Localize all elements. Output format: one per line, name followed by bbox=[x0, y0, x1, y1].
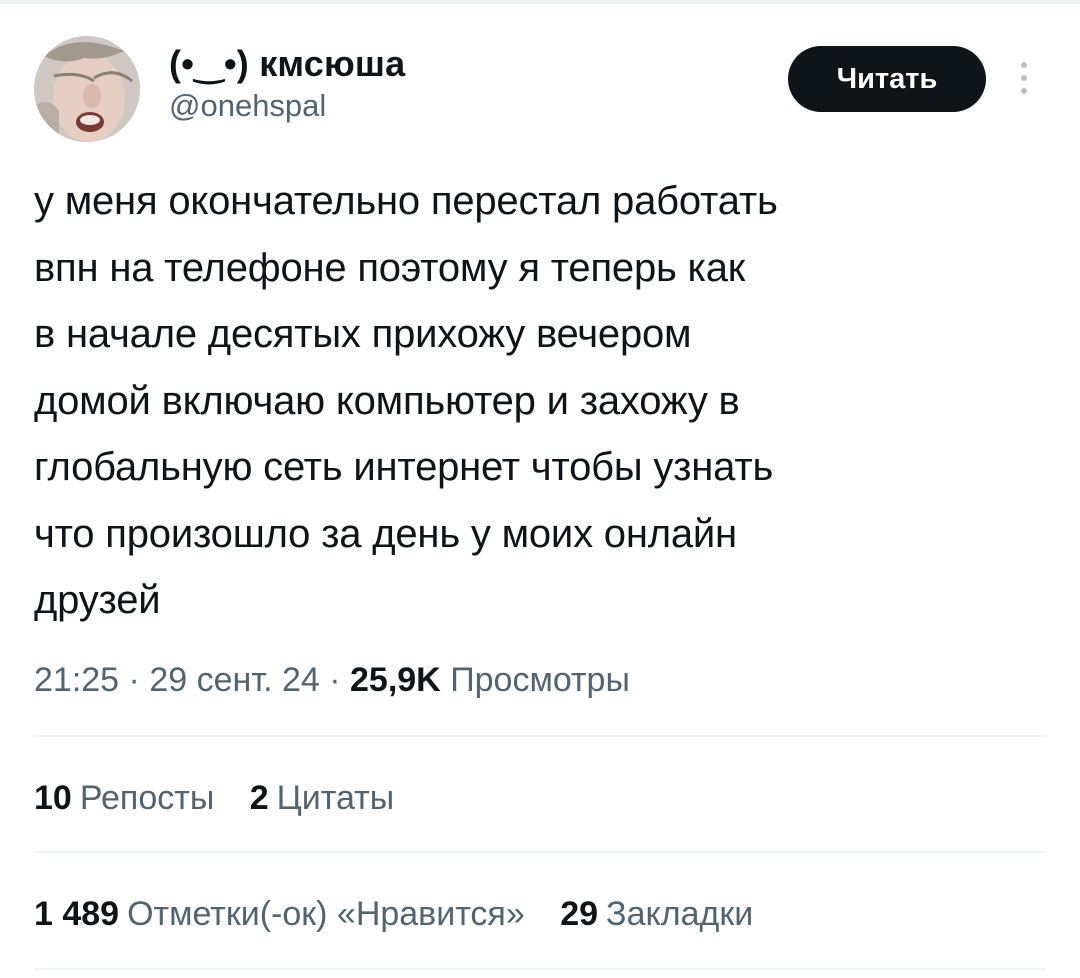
avatar-photo bbox=[34, 36, 140, 142]
stats-row-reposts-quotes: 10 Репосты 2 Цитаты bbox=[34, 776, 420, 820]
quotes-count: 2 bbox=[249, 779, 269, 817]
tweet-date[interactable]: 29 сент. 24 bbox=[149, 661, 319, 699]
top-border bbox=[0, 0, 1080, 4]
divider bbox=[34, 851, 1046, 853]
meta-separator: · bbox=[119, 661, 150, 699]
quotes-stat[interactable]: 2 Цитаты bbox=[250, 776, 394, 820]
tweet-time[interactable]: 21:25 bbox=[34, 661, 119, 699]
tweet-meta: 21:25 · 29 сент. 24 · 25,9K Просмотры bbox=[34, 658, 630, 702]
avatar[interactable] bbox=[34, 36, 140, 142]
likes-count: 1 489 bbox=[34, 895, 120, 933]
author-display-name[interactable]: (•‿•) кмсюша bbox=[169, 42, 405, 86]
meta-separator: · bbox=[319, 661, 350, 699]
bookmarks-stat[interactable]: 29 Закладки bbox=[560, 892, 753, 936]
follow-button[interactable]: Читать bbox=[788, 46, 986, 112]
views-count: 25,9K bbox=[350, 661, 441, 699]
likes-stat[interactable]: 1 489 Отметки(-ок) «Нравится» bbox=[34, 892, 525, 936]
divider bbox=[34, 735, 1046, 737]
divider bbox=[34, 968, 1046, 970]
bookmarks-count: 29 bbox=[560, 895, 599, 933]
more-options-icon[interactable] bbox=[1016, 62, 1032, 102]
author-info: (•‿•) кмсюша @onehspal bbox=[169, 42, 405, 126]
reposts-label: Репосты bbox=[79, 779, 215, 817]
views-label: Просмотры bbox=[450, 661, 630, 699]
reposts-stat[interactable]: 10 Репосты bbox=[34, 776, 214, 820]
reposts-count: 10 bbox=[34, 779, 72, 817]
tweet-text: у меня окончательно перестал работать вп… bbox=[34, 179, 778, 622]
likes-label: Отметки(-ок) «Нравится» bbox=[127, 895, 525, 933]
author-handle[interactable]: @onehspal bbox=[169, 86, 405, 126]
bookmarks-label: Закладки bbox=[606, 895, 754, 933]
tweet-header: (•‿•) кмсюша @onehspal Читать bbox=[34, 36, 1046, 148]
quotes-label: Цитаты bbox=[276, 779, 395, 817]
stats-row-likes-bookmarks: 1 489 Отметки(-ок) «Нравится» 29 Закладки bbox=[34, 892, 779, 936]
